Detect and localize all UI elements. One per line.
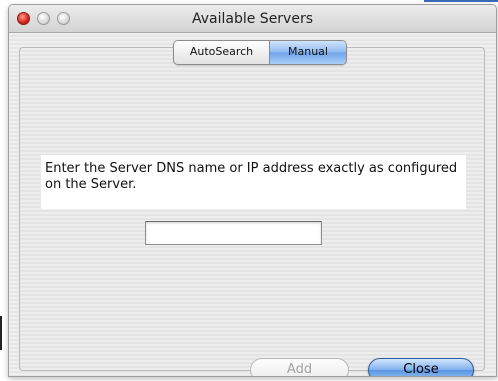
window-title: Available Servers [191, 11, 314, 27]
instructions-text: Enter the Server DNS name or IP address … [45, 161, 458, 192]
background-accent-line [424, 0, 498, 2]
available-servers-window: Available Servers Enter the Server DNS n… [8, 4, 497, 377]
add-button[interactable]: Add [250, 358, 349, 376]
window-content: Enter the Server DNS name or IP address … [9, 33, 496, 376]
tab-autosearch[interactable]: AutoSearch [174, 41, 270, 64]
close-button[interactable]: Close [368, 358, 474, 376]
tab-manual[interactable]: Manual [270, 41, 346, 64]
instructions-box: Enter the Server DNS name or IP address … [41, 155, 466, 209]
server-address-input[interactable] [145, 221, 322, 245]
background-edge-mark [0, 316, 2, 350]
tab-bar: AutoSearch Manual [173, 40, 347, 65]
tab-panel: Enter the Server DNS name or IP address … [19, 47, 485, 371]
title-bar[interactable]: Available Servers [9, 5, 496, 33]
